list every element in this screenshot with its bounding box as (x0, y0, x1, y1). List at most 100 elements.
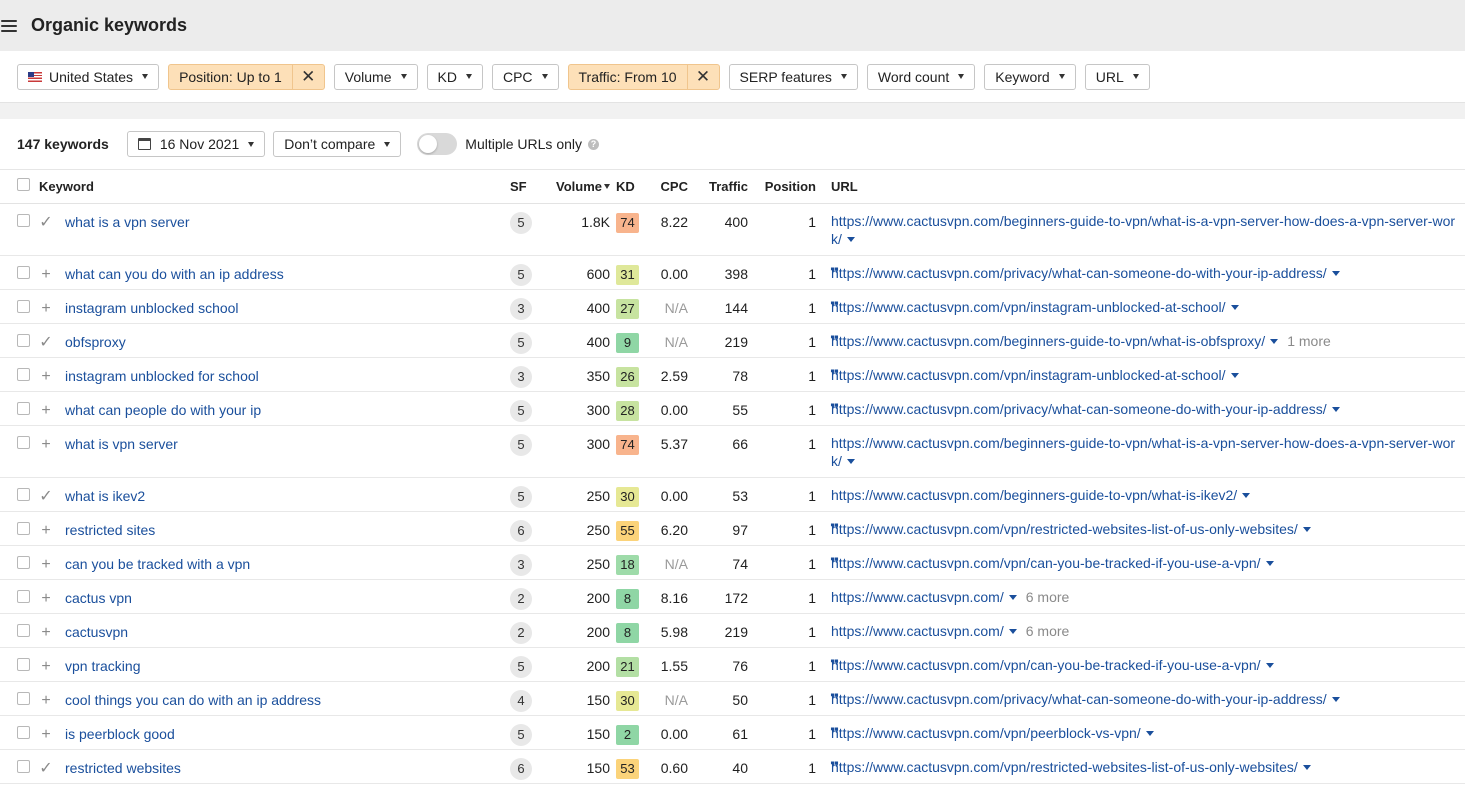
row-checkbox[interactable] (17, 623, 30, 637)
row-checkbox[interactable] (17, 657, 30, 671)
row-checkbox[interactable] (17, 213, 30, 227)
more-urls[interactable]: 1 more (1287, 333, 1331, 349)
plus-icon[interactable]: + (39, 658, 53, 674)
chevron-down-icon[interactable] (1331, 270, 1340, 276)
keyword-link[interactable]: what is ikev2 (65, 488, 145, 504)
row-checkbox[interactable] (17, 487, 30, 501)
keyword-link[interactable]: what can people do with your ip (65, 402, 261, 418)
plus-icon[interactable]: + (39, 300, 53, 316)
sf-badge[interactable]: 2 (510, 621, 532, 644)
chevron-down-icon[interactable] (1008, 628, 1017, 634)
traffic-filter[interactable]: Traffic: From 10 ✕ (567, 63, 720, 90)
chevron-down-icon[interactable] (1331, 696, 1340, 702)
keyword-filter[interactable]: Keyword (984, 63, 1076, 90)
volume-column-header[interactable]: Volume (546, 170, 610, 204)
kd-filter[interactable]: KD (426, 63, 483, 90)
kd-column-header[interactable]: KD (610, 170, 646, 204)
clear-traffic-filter-icon[interactable]: ✕ (686, 64, 719, 89)
url-link[interactable]: https://www.cactusvpn.com/vpn/peerblock-… (831, 725, 1141, 741)
sf-badge[interactable]: 4 (510, 689, 532, 712)
url-link[interactable]: https://www.cactusvpn.com/beginners-guid… (831, 487, 1237, 503)
serp-features-filter[interactable]: SERP features (728, 63, 858, 90)
row-checkbox[interactable] (17, 299, 30, 313)
sf-badge[interactable]: 5 (510, 331, 532, 354)
traffic-column-header[interactable]: Traffic (688, 170, 748, 204)
help-icon[interactable]: ? (588, 138, 600, 150)
row-checkbox[interactable] (17, 555, 30, 569)
url-link[interactable]: https://www.cactusvpn.com/vpn/can-you-be… (831, 555, 1261, 571)
keyword-link[interactable]: what is vpn server (65, 436, 178, 452)
url-link[interactable]: https://www.cactusvpn.com/vpn/instagram-… (831, 367, 1226, 383)
keyword-column-header[interactable]: Keyword (39, 170, 510, 204)
chevron-down-icon[interactable] (846, 458, 855, 464)
keyword-link[interactable]: vpn tracking (65, 658, 140, 674)
keyword-link[interactable]: can you be tracked with a vpn (65, 556, 250, 572)
plus-icon[interactable]: + (39, 522, 53, 538)
position-column-header[interactable]: Position (748, 170, 816, 204)
plus-icon[interactable]: + (39, 624, 53, 640)
keyword-link[interactable]: instagram unblocked for school (65, 368, 259, 384)
chevron-down-icon[interactable] (1230, 304, 1239, 310)
sf-column-header[interactable]: SF (510, 170, 546, 204)
url-link[interactable]: https://www.cactusvpn.com/beginners-guid… (831, 435, 1455, 469)
row-checkbox[interactable] (17, 725, 30, 739)
row-checkbox[interactable] (17, 265, 30, 279)
position-filter[interactable]: Position: Up to 1 ✕ (168, 63, 325, 90)
chevron-down-icon[interactable] (1242, 492, 1251, 498)
plus-icon[interactable]: + (39, 368, 53, 384)
url-link[interactable]: https://www.cactusvpn.com/vpn/restricted… (831, 521, 1298, 537)
keyword-link[interactable]: what can you do with an ip address (65, 266, 284, 282)
chevron-down-icon[interactable] (1302, 764, 1311, 770)
url-filter[interactable]: URL (1084, 63, 1150, 90)
sf-badge[interactable]: 6 (510, 519, 532, 542)
plus-icon[interactable]: + (39, 402, 53, 418)
chevron-down-icon[interactable] (1145, 730, 1154, 736)
url-link[interactable]: https://www.cactusvpn.com/vpn/restricted… (831, 759, 1298, 775)
sf-badge[interactable]: 5 (510, 723, 532, 746)
plus-icon[interactable]: + (39, 590, 53, 606)
sf-badge[interactable]: 5 (510, 433, 532, 456)
chevron-down-icon[interactable] (846, 236, 855, 242)
url-link[interactable]: https://www.cactusvpn.com/privacy/what-c… (831, 691, 1327, 707)
compare-dropdown[interactable]: Don’t compare (273, 131, 402, 157)
url-link[interactable]: https://www.cactusvpn.com/beginners-guid… (831, 333, 1265, 349)
menu-icon[interactable] (1, 19, 17, 32)
country-filter[interactable]: United States (17, 63, 160, 90)
url-link[interactable]: https://www.cactusvpn.com/privacy/what-c… (831, 401, 1327, 417)
plus-icon[interactable]: + (39, 436, 53, 452)
chevron-down-icon[interactable] (1302, 526, 1311, 532)
check-icon[interactable]: ✓ (39, 334, 53, 350)
date-picker[interactable]: 16 Nov 2021 (126, 131, 266, 157)
keyword-link[interactable]: what is a vpn server (65, 214, 190, 230)
row-checkbox[interactable] (17, 333, 30, 347)
url-link[interactable]: https://www.cactusvpn.com/ (831, 589, 1004, 605)
sf-badge[interactable]: 5 (510, 263, 532, 286)
sf-badge[interactable]: 6 (510, 757, 532, 780)
row-checkbox[interactable] (17, 435, 30, 449)
chevron-down-icon[interactable] (1265, 662, 1274, 668)
check-icon[interactable]: ✓ (39, 760, 53, 776)
url-link[interactable]: https://www.cactusvpn.com/privacy/what-c… (831, 265, 1327, 281)
url-link[interactable]: https://www.cactusvpn.com/ (831, 623, 1004, 639)
keyword-link[interactable]: instagram unblocked school (65, 300, 239, 316)
plus-icon[interactable]: + (39, 726, 53, 742)
url-link[interactable]: https://www.cactusvpn.com/vpn/instagram-… (831, 299, 1226, 315)
cpc-column-header[interactable]: CPC (646, 170, 688, 204)
check-icon[interactable]: ✓ (39, 214, 53, 230)
more-urls[interactable]: 6 more (1026, 589, 1070, 605)
select-all-checkbox[interactable] (17, 178, 30, 192)
row-checkbox[interactable] (17, 401, 30, 415)
keyword-link[interactable]: cool things you can do with an ip addres… (65, 692, 321, 708)
sf-badge[interactable]: 5 (510, 211, 532, 234)
sf-badge[interactable]: 5 (510, 485, 532, 508)
sf-badge[interactable]: 3 (510, 365, 532, 388)
plus-icon[interactable]: + (39, 692, 53, 708)
chevron-down-icon[interactable] (1270, 338, 1279, 344)
clear-position-filter-icon[interactable]: ✕ (291, 64, 324, 89)
keyword-link[interactable]: is peerblock good (65, 726, 175, 742)
row-checkbox[interactable] (17, 759, 30, 773)
sf-badge[interactable]: 3 (510, 297, 532, 320)
plus-icon[interactable]: + (39, 556, 53, 572)
cpc-filter[interactable]: CPC (491, 63, 559, 90)
multiple-urls-toggle[interactable] (417, 133, 458, 155)
